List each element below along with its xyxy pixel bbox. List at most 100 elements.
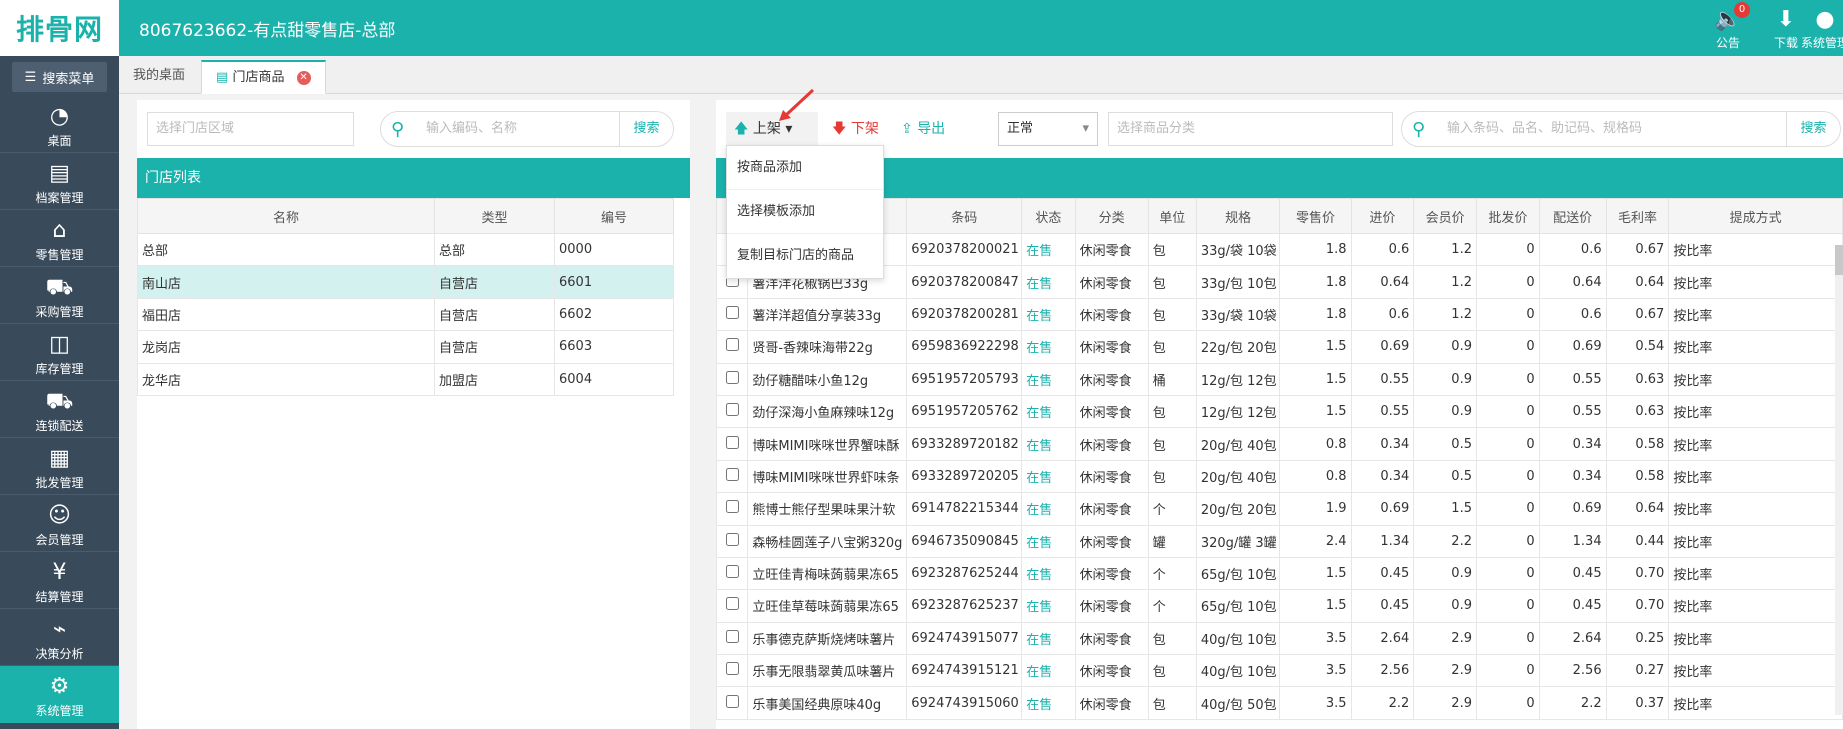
tab-desktop[interactable]: 我的桌面 — [119, 60, 199, 94]
add-by-template-item[interactable]: 选择模板添加 — [727, 190, 883, 234]
column-header[interactable]: 名称 — [137, 198, 435, 234]
table-row[interactable]: 薯洋洋花椒锅巴33g 6920378200847 在售 休闲零食包 33g/包 10包 1… — [715, 265, 1843, 299]
table-row[interactable]: 博味MIMI咪咪世界蟹味酥 6933289720182 在售 休闲零食包 20g/包 4… — [715, 427, 1843, 461]
sidebar-item-chart[interactable]: ⌁ 决策分析 — [0, 609, 119, 666]
column-header[interactable]: 毛利率 — [1605, 198, 1670, 234]
logo-text: 排骨网 — [15, 13, 103, 46]
table-row[interactable]: 立旺佳青梅味蒟蒻果冻65 6923287625244 在售 休闲零食个 65g/包 10… — [715, 556, 1843, 591]
sidebar-item-store[interactable]: ⌂ 零售管理 — [0, 210, 119, 267]
column-header[interactable]: 配送价 — [1538, 198, 1607, 234]
sidebar-item-cart[interactable]: ⛟ 采购管理 — [0, 267, 119, 324]
table-cell: 0.67 — [1605, 232, 1670, 267]
table-cell: 贤哥-香辣味海带22g — [747, 330, 908, 364]
table-row[interactable]: 熊博士熊仔型果味果汁软 6914782215344 在售 休闲零食个 20g/包 20包… — [715, 492, 1843, 526]
table-cell: 博味MIMI咪咪世界虾味条 — [747, 459, 908, 494]
column-header[interactable]: 编号 — [554, 198, 674, 234]
table-row[interactable]: 龙华店 加盟店 6004 — [137, 362, 674, 396]
logo[interactable]: 排骨网 — [0, 0, 119, 56]
down-shelf-button[interactable]: 🡇 下架 — [832, 112, 879, 146]
sidebar-item-gear[interactable]: ⚙ 系统管理 — [0, 666, 119, 723]
row-checkbox[interactable] — [725, 435, 739, 449]
table-row[interactable]: 南山店 自营店 6601 — [137, 265, 674, 299]
table-cell: 个 — [1147, 589, 1197, 623]
row-checkbox[interactable] — [725, 305, 739, 319]
sidebar-item-dashboard[interactable]: ◔ 桌面 — [0, 96, 119, 153]
table-cell: 33g/包 10包 — [1195, 265, 1281, 299]
sidebar-item-label: 档案管理 — [35, 191, 84, 205]
status-select[interactable]: 正常 ▾ — [998, 112, 1098, 146]
download-label: 下载 — [1773, 36, 1798, 50]
copy-store-goods-item[interactable]: 复制目标门店的商品 — [727, 234, 883, 278]
table-row[interactable]: 森畅桂圆莲子八宝粥320g 6946735090845 在售 休闲零食罐 320g/罐 … — [715, 524, 1843, 558]
store-search-input[interactable]: 输入编码、名称 — [426, 112, 517, 146]
row-checkbox[interactable] — [725, 662, 739, 676]
goods-search[interactable]: ⚲ 输入条码、品名、助记码、规格码 搜索 — [1401, 111, 1841, 147]
goods-search-button[interactable]: 搜索 — [1786, 112, 1840, 146]
row-checkbox[interactable] — [725, 597, 739, 611]
column-header[interactable]: 条码 — [906, 198, 1023, 234]
scrollbar[interactable] — [1835, 245, 1843, 715]
table-row[interactable]: 贤哥-香辣味海带22g 6959836922298 在售 休闲零食包 22g/包 20包… — [715, 330, 1843, 364]
sidebar-item-member[interactable]: ☺ 会员管理 — [0, 495, 119, 552]
column-header[interactable]: 提成方式 — [1668, 198, 1843, 234]
row-checkbox[interactable] — [725, 629, 739, 643]
search-icon: ⚲ — [391, 119, 405, 140]
export-button[interactable]: ⇪ 导出 — [901, 112, 945, 146]
table-cell: 1.5 — [1279, 589, 1352, 623]
column-header[interactable]: 分类 — [1074, 198, 1149, 234]
table-row[interactable]: 立旺佳草莓味蒟蒻果冻65 6923287625237 在售 休闲零食个 65g/包 10… — [715, 589, 1843, 623]
sidebar-item-label: 决策分析 — [35, 647, 84, 661]
column-header[interactable]: 会员价 — [1413, 198, 1477, 234]
table-row[interactable]: 薯洋洋超值分享装33g 6920378200281 在售 休闲零食包 33g/袋 10袋… — [715, 297, 1843, 332]
table-row[interactable]: 6920378200021 在售 休闲零食包 33g/袋 10袋 1.8 0.6 1.2 0 0… — [715, 232, 1843, 267]
column-header[interactable]: 批发价 — [1475, 198, 1540, 234]
column-header[interactable]: 零售价 — [1279, 198, 1352, 234]
table-row[interactable]: 乐事德克萨斯烧烤味薯片 6924743915077 在售 休闲零食包 40g/包 10包… — [715, 621, 1843, 656]
row-checkbox[interactable] — [725, 370, 739, 384]
column-header[interactable]: 进价 — [1350, 198, 1415, 234]
table-cell: 包 — [1147, 265, 1197, 299]
table-row[interactable]: 龙岗店 自营店 6603 — [137, 330, 674, 364]
column-header[interactable]: 单位 — [1147, 198, 1197, 234]
row-checkbox[interactable] — [725, 403, 739, 417]
row-checkbox[interactable] — [725, 500, 739, 514]
close-icon[interactable]: ✕ — [296, 70, 311, 85]
table-row[interactable]: 福田店 自营店 6602 — [137, 297, 674, 332]
store-search[interactable]: ⚲ 输入编码、名称 搜索 — [380, 111, 674, 147]
row-checkbox[interactable] — [725, 565, 739, 579]
table-cell: 0.6 — [1538, 232, 1607, 267]
table-row[interactable]: 乐事无限翡翠黄瓜味薯片 6924743915121 在售 休闲零食包 40g/包 10包… — [715, 654, 1843, 688]
search-menu-button[interactable]: ☰ 搜索菜单 — [12, 62, 107, 92]
sidebar-item-inventory[interactable]: ◫ 库存管理 — [0, 324, 119, 381]
user-button[interactable]: ● 系统管理 — [1800, 6, 1843, 51]
inventory-icon: ◫ — [49, 332, 70, 357]
table-row[interactable]: 劲仔糖醋味小鱼12g 6951957205793 在售 休闲零食桶 12g/包 12包 1… — [715, 362, 1843, 396]
notice-label: 公告 — [1715, 36, 1740, 50]
column-header[interactable]: 状态 — [1021, 198, 1076, 234]
table-row[interactable]: 总部 总部 0000 — [137, 232, 674, 267]
column-header[interactable]: 类型 — [434, 198, 555, 234]
region-select[interactable]: 选择门店区域 — [147, 112, 354, 146]
table-cell: 休闲零食 — [1074, 686, 1149, 720]
row-checkbox[interactable] — [725, 338, 739, 352]
table-cell: 6924743915077 — [906, 621, 1023, 656]
sidebar-item-file[interactable]: ▤ 档案管理 — [0, 153, 119, 210]
category-select[interactable]: 选择商品分类 — [1108, 112, 1393, 146]
goods-search-input[interactable]: 输入条码、品名、助记码、规格码 — [1447, 112, 1642, 146]
table-row[interactable]: 劲仔深海小鱼麻辣味12g 6951957205762 在售 休闲零食包 12g/包 12… — [715, 394, 1843, 429]
sidebar-item-truck[interactable]: ⛟ 连锁配送 — [0, 381, 119, 438]
row-checkbox[interactable] — [725, 532, 739, 546]
store-search-button[interactable]: 搜索 — [619, 112, 673, 146]
sidebar-item-wholesale[interactable]: ▦ 批发管理 — [0, 438, 119, 495]
notice-button[interactable]: 🔈 0 公告 — [1700, 2, 1756, 51]
table-row[interactable]: 博味MIMI咪咪世界虾味条 6933289720205 在售 休闲零食包 20g/包 4… — [715, 459, 1843, 494]
table-cell: 0.45 — [1350, 556, 1415, 591]
column-header[interactable]: 规格 — [1195, 198, 1281, 234]
tab-store-goods[interactable]: ▤ 门店商品 ✕ — [201, 60, 326, 94]
add-by-goods-item[interactable]: 按商品添加 — [727, 146, 883, 190]
sidebar-item-settlement[interactable]: ¥ 结算管理 — [0, 552, 119, 609]
table-cell: 按比率 — [1668, 621, 1843, 656]
row-checkbox[interactable] — [725, 694, 739, 708]
table-row[interactable]: 乐事美国经典原味40g 6924743915060 在售 休闲零食包 40g/包 50包… — [715, 686, 1843, 720]
row-checkbox[interactable] — [725, 467, 739, 481]
